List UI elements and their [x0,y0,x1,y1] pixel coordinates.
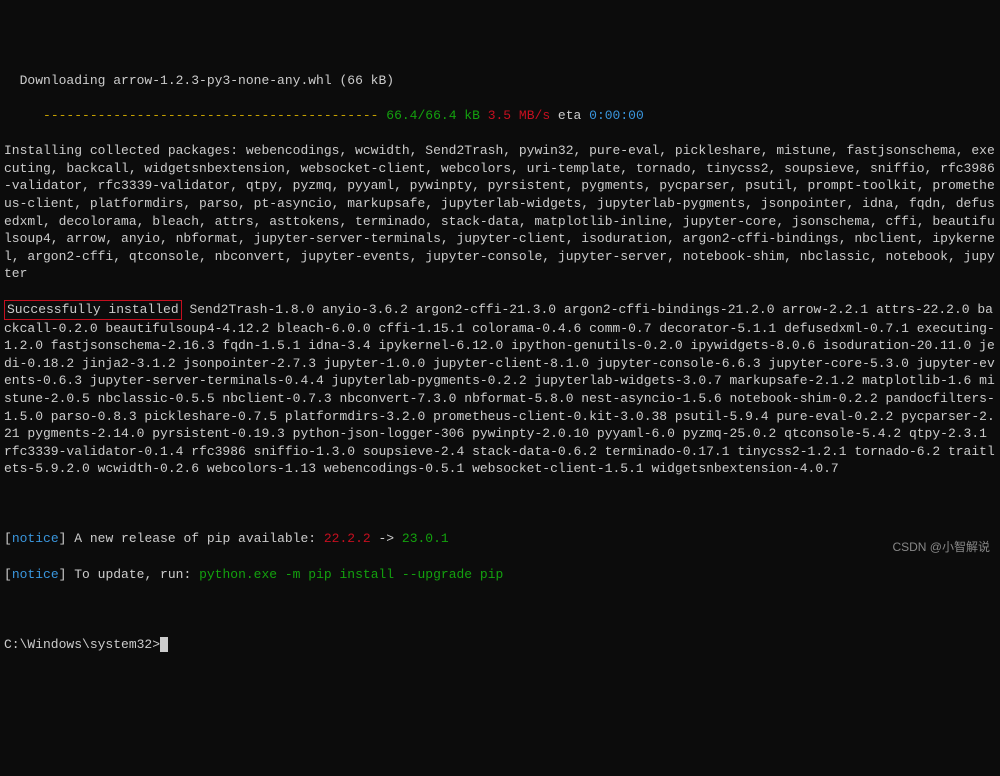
prompt-line[interactable]: C:\Windows\system32> [4,636,996,654]
download-line: Downloading arrow-1.2.3-py3-none-any.whl… [4,72,996,90]
notice-tag: notice [12,567,59,582]
progress-size: 66.4/66.4 kB [386,108,480,123]
bracket: ] [59,567,75,582]
bracket: [ [4,531,12,546]
notice-tag: notice [12,531,59,546]
download-text: Downloading arrow-1.2.3-py3-none-any.whl… [4,73,394,88]
notice-text: To update, run: [74,567,199,582]
eta-label: eta [550,108,589,123]
blank-line [4,495,996,513]
bracket: ] [59,531,75,546]
installing-text: Installing collected packages: webencodi… [4,143,995,281]
new-version: 23.0.1 [402,531,449,546]
progress-line: ----------------------------------------… [4,107,996,125]
progress-bar: ----------------------------------------… [4,108,386,123]
notice-text: A new release of pip available: [74,531,324,546]
notice-line-2: [notice] To update, run: python.exe -m p… [4,566,996,584]
notice-line-1: [notice] A new release of pip available:… [4,530,996,548]
bracket: [ [4,567,12,582]
cursor-icon [160,637,168,652]
old-version: 22.2.2 [324,531,371,546]
success-label: Successfully installed [4,300,182,320]
eta-value: 0:00:00 [589,108,644,123]
arrow-text: -> [371,531,402,546]
success-line: Successfully installed Send2Trash-1.8.0 … [4,300,996,477]
update-command: python.exe -m pip install --upgrade pip [199,567,503,582]
watermark: CSDN @小智解说 [892,539,990,555]
installing-line: Installing collected packages: webencodi… [4,142,996,282]
success-packages: Send2Trash-1.8.0 anyio-3.6.2 argon2-cffi… [4,302,995,476]
prompt-path: C:\Windows\system32> [4,637,160,652]
blank-line [4,601,996,619]
progress-speed: 3.5 MB/s [480,108,550,123]
